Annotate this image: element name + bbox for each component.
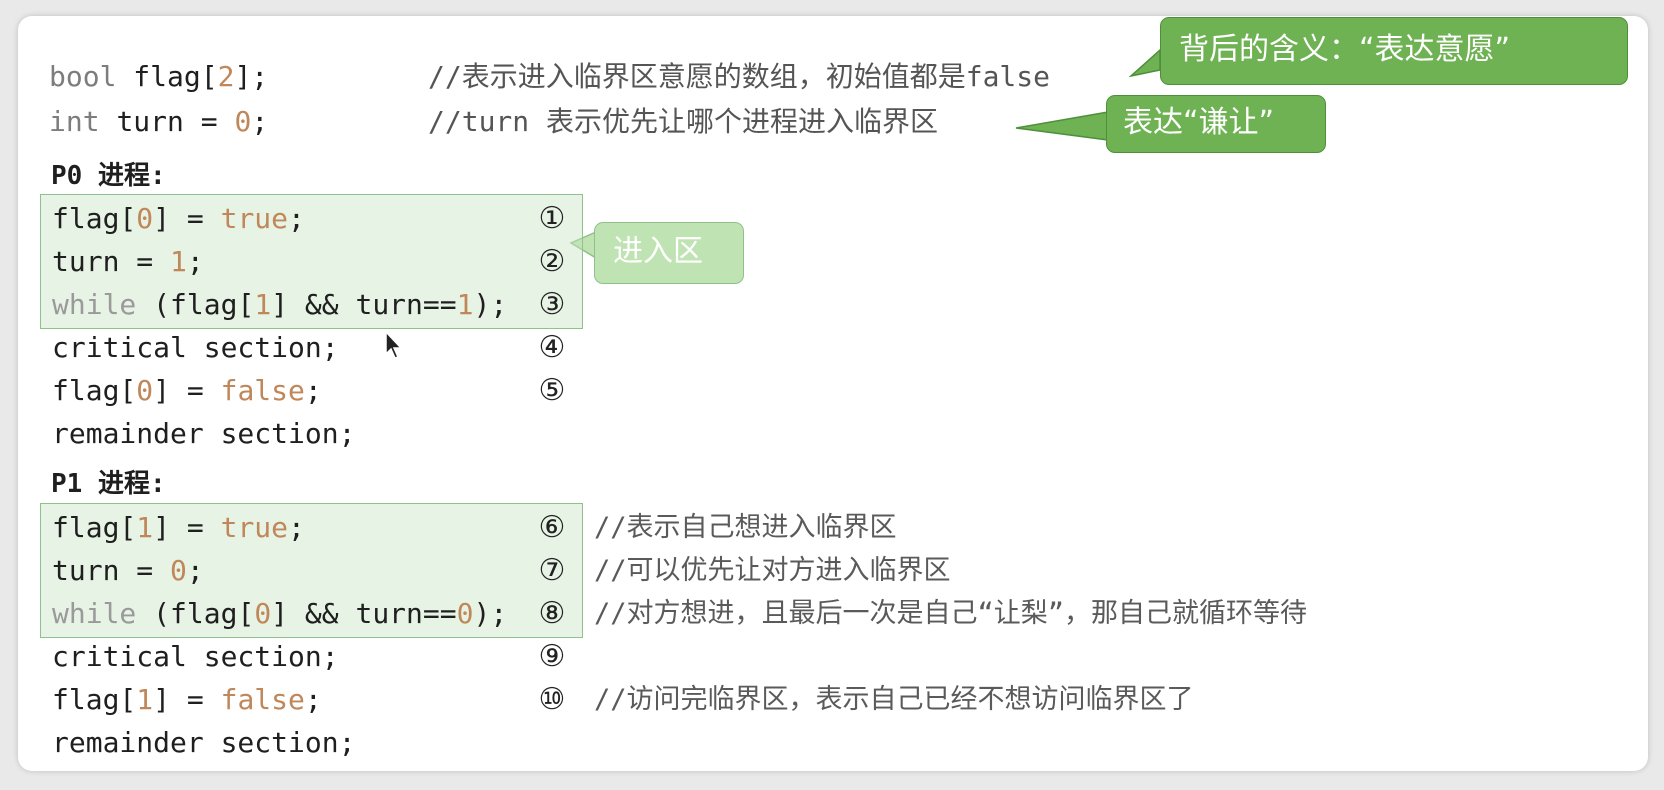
p0-line-4: critical section; [52, 331, 339, 364]
turn-declaration: int turn = 0; [49, 105, 269, 138]
p0-step-number: ① [538, 201, 566, 236]
p1-step-number: ⑩ [538, 682, 566, 717]
humility-callout-tail [1015, 111, 1109, 141]
mouse-cursor-icon [385, 330, 403, 359]
p0-line-2: turn = 1; [52, 245, 204, 278]
p0-step-number: ④ [538, 330, 566, 365]
p1-line-4: critical section; [52, 640, 339, 673]
p0-line-3: while (flag[1] && turn==1); [52, 288, 508, 321]
willingness-callout-tail [1128, 48, 1161, 78]
humility-callout: 表达“谦让” [1106, 95, 1326, 153]
p0-line-6: remainder section; [52, 417, 356, 450]
p1-line-3-comment: //对方想进，且最后一次是自己“让梨”，那自己就循环等待 [594, 598, 1308, 629]
p1-line-5: flag[1] = false; [52, 683, 322, 716]
p1-line-2: turn = 0; [52, 554, 204, 587]
p1-line-5-comment: //访问完临界区，表示自己已经不想访问临界区了 [594, 684, 1194, 715]
turn-comment: //turn 表示优先让哪个进程进入临界区 [428, 105, 939, 138]
p1-step-number: ⑧ [538, 596, 566, 631]
flag-declaration: bool flag[2]; [49, 60, 269, 93]
p0-line-5: flag[0] = false; [52, 374, 322, 407]
p1-step-number: ⑨ [538, 639, 566, 674]
entry-section-callout: 进入区 [594, 222, 744, 284]
p1-line-1-comment: //表示自己想进入临界区 [594, 512, 897, 543]
p0-step-number: ⑤ [538, 373, 566, 408]
p0-step-number: ② [538, 244, 566, 279]
p1-title: P1 进程: [51, 469, 166, 499]
p1-line-3: while (flag[0] && turn==0); [52, 597, 508, 630]
p1-line-2-comment: //可以优先让对方进入临界区 [594, 555, 951, 586]
p1-step-number: ⑥ [538, 510, 566, 545]
flag-comment: //表示进入临界区意愿的数组，初始值都是false [428, 60, 1051, 93]
p1-line-6: remainder section; [52, 726, 356, 759]
p0-line-1: flag[0] = true; [52, 202, 305, 235]
p1-step-number: ⑦ [538, 553, 566, 588]
willingness-callout: 背后的含义：“表达意愿” [1160, 17, 1628, 85]
p0-title: P0 进程: [51, 161, 166, 191]
p0-step-number: ③ [538, 287, 566, 322]
p1-line-1: flag[1] = true; [52, 511, 305, 544]
